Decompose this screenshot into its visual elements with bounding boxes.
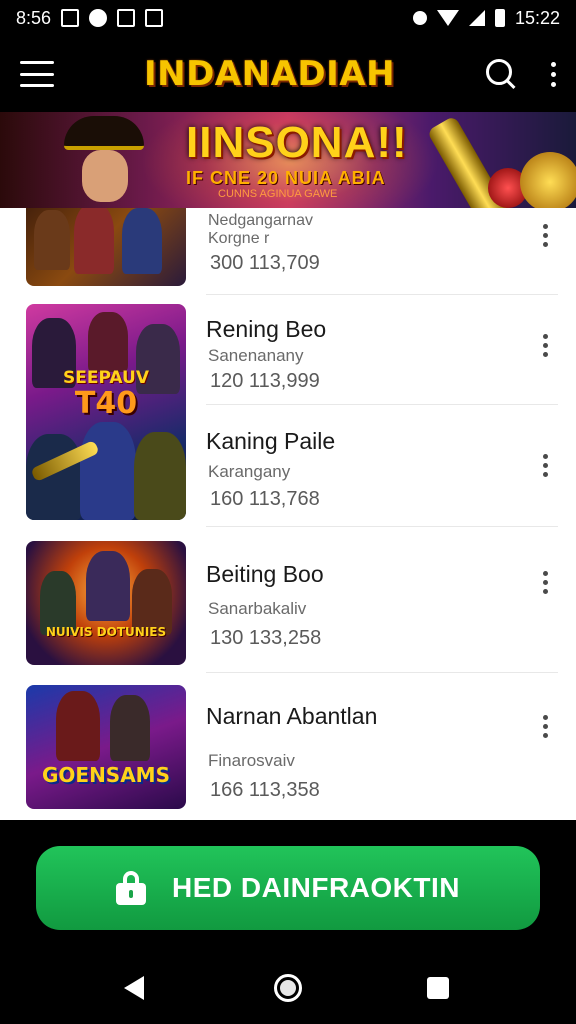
signal-icon <box>468 10 485 26</box>
game-thumbnail <box>26 208 186 286</box>
lock-icon <box>116 871 146 905</box>
cta-area: HED DAINFRAOKTIN <box>0 820 576 946</box>
home-icon[interactable] <box>274 974 302 1002</box>
list-item[interactable]: Nedgangarnav Korgne r 300 113,709 <box>0 208 576 294</box>
app-bar: INDANADIAH <box>0 36 576 112</box>
item-subtitle: Nedgangarnav <box>208 212 313 229</box>
wifi-icon <box>436 10 459 26</box>
search-icon[interactable] <box>485 58 517 90</box>
thumbnail-title: NUIVIS DOTUNIES <box>45 625 167 639</box>
item-count: 120 113,999 <box>210 370 320 392</box>
thumbnail-title: SEEPAUV <box>63 368 149 388</box>
status-time-right: 15:22 <box>514 7 560 28</box>
divider <box>206 526 558 527</box>
item-more-icon[interactable] <box>539 567 552 598</box>
item-count: 160 113,768 <box>210 488 320 510</box>
vibrate-icon <box>412 11 427 25</box>
status-right: 15:22 <box>412 7 560 29</box>
item-subtitle-2: Korgne r <box>208 230 270 247</box>
item-title: Rening Beo <box>206 316 327 342</box>
media-icon <box>117 9 136 27</box>
status-left: 8:56 <box>16 7 164 29</box>
mail-icon <box>61 9 80 27</box>
cta-label: HED DAINFRAOKTIN <box>172 872 460 903</box>
recents-icon[interactable] <box>427 977 449 999</box>
app-title: INDANADIAH <box>143 54 396 94</box>
item-subtitle: Sanarbakaliv <box>208 599 307 618</box>
item-count: 130 133,258 <box>210 627 322 649</box>
item-subtitle: Sanenanany <box>208 346 304 365</box>
banner-hero-hat <box>64 116 144 150</box>
battery-icon <box>494 9 505 27</box>
item-more-icon[interactable] <box>539 711 552 742</box>
banner-orb-gold <box>520 152 576 208</box>
item-title: Narnan Abantlan <box>206 703 378 729</box>
system-nav-bar <box>0 946 576 1024</box>
list-item[interactable]: GOENSAMS Narnan Abantlan Finarosvaiv 166… <box>0 685 576 811</box>
item-count: 166 113,358 <box>210 779 320 801</box>
divider <box>206 294 558 295</box>
game-list: Nedgangarnav Korgne r 300 113,709 SEEPAU… <box>0 208 576 820</box>
notification-icon <box>89 9 108 27</box>
item-subtitle: Finarosvaiv <box>208 751 295 770</box>
game-thumbnail: GOENSAMS <box>26 685 186 809</box>
status-bar: 8:56 15:22 <box>0 0 576 36</box>
item-subtitle: Karangany <box>208 462 291 481</box>
banner-subtitle-2: CUNNS AGINUA GAWE <box>218 188 338 200</box>
list-item[interactable]: Kaning Paile Karangany 160 113,768 <box>0 414 576 524</box>
item-more-icon[interactable] <box>539 450 552 481</box>
back-icon[interactable] <box>124 976 144 1000</box>
thumbnail-title: GOENSAMS <box>41 763 170 787</box>
item-title: Kaning Paile <box>206 428 336 454</box>
status-time-left: 8:56 <box>16 7 52 28</box>
item-more-icon[interactable] <box>539 220 552 251</box>
banner-hero-face <box>82 150 128 202</box>
list-item[interactable]: NUIVIS DOTUNIES Beiting Boo Sanarbakaliv… <box>0 541 576 667</box>
cta-button[interactable]: HED DAINFRAOKTIN <box>36 846 540 930</box>
menu-icon[interactable] <box>20 61 54 87</box>
item-title: Beiting Boo <box>206 561 324 587</box>
divider <box>206 404 558 405</box>
game-thumbnail: NUIVIS DOTUNIES <box>26 541 186 665</box>
item-count: 300 113,709 <box>210 252 320 274</box>
item-more-icon[interactable] <box>539 330 552 361</box>
banner-subtitle: IF CNE 20 NUIA ABIA <box>186 168 386 188</box>
app-actions <box>485 58 556 90</box>
more-icon[interactable] <box>551 61 556 87</box>
photo-icon <box>145 9 164 27</box>
promo-banner[interactable]: IINSONA!! IF CNE 20 NUIA ABIA CUNNS AGIN… <box>0 112 576 208</box>
banner-title: IINSONA!! <box>186 118 408 167</box>
divider <box>206 672 558 673</box>
